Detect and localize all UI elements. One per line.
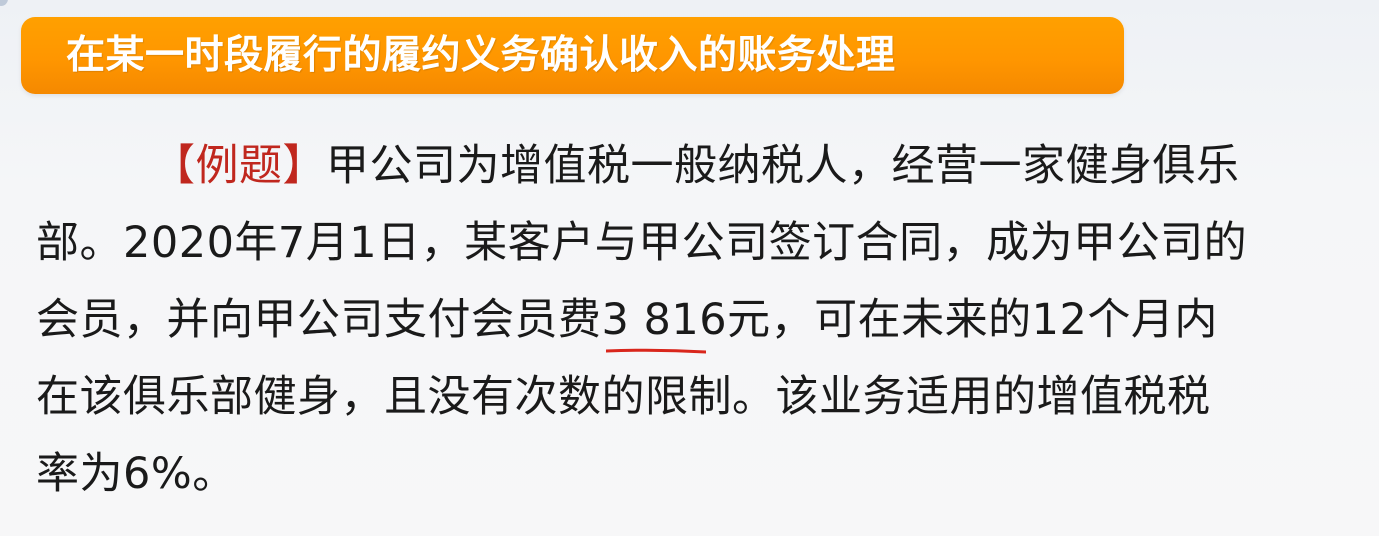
text-line-1-content: 甲公司为增值税一般纳税人，经营一家健身俱乐 <box>326 141 1240 191</box>
example-label: 【例题】 <box>152 141 326 191</box>
text-line-1: 【例题】甲公司为增值税一般纳税人，经营一家健身俱乐 <box>36 128 1346 205</box>
title-banner: 在某一时段履行的履约义务确认收入的账务处理 <box>21 17 1124 94</box>
text-line-2: 部。2020年7月1日，某客户与甲公司签订合同，成为甲公司的 <box>36 218 1248 268</box>
page-title: 在某一时段履行的履约义务确认收入的账务处理 <box>66 33 896 78</box>
text-line-4: 在该俱乐部健身，且没有次数的限制。该业务适用的增值税税 <box>36 372 1211 422</box>
membership-fee-amount: 3 816元 <box>602 282 771 359</box>
fee-amount-text: 3 816元 <box>601 295 771 345</box>
example-text-block: 【例题】甲公司为增值税一般纳税人，经营一家健身俱乐 部。2020年7月1日，某客… <box>36 128 1346 513</box>
text-line-3-after: ，可在未来的12个月内 <box>770 295 1218 345</box>
text-line-3-before: 会员，并向甲公司支付会员费 <box>36 295 602 345</box>
fee-underline-annotation <box>606 347 706 355</box>
text-line-5: 率为6%。 <box>36 449 236 499</box>
corner-decoration <box>0 0 8 6</box>
text-line-3: 会员，并向甲公司支付会员费3 816元 ，可在未来的12个月内 <box>36 282 1346 359</box>
